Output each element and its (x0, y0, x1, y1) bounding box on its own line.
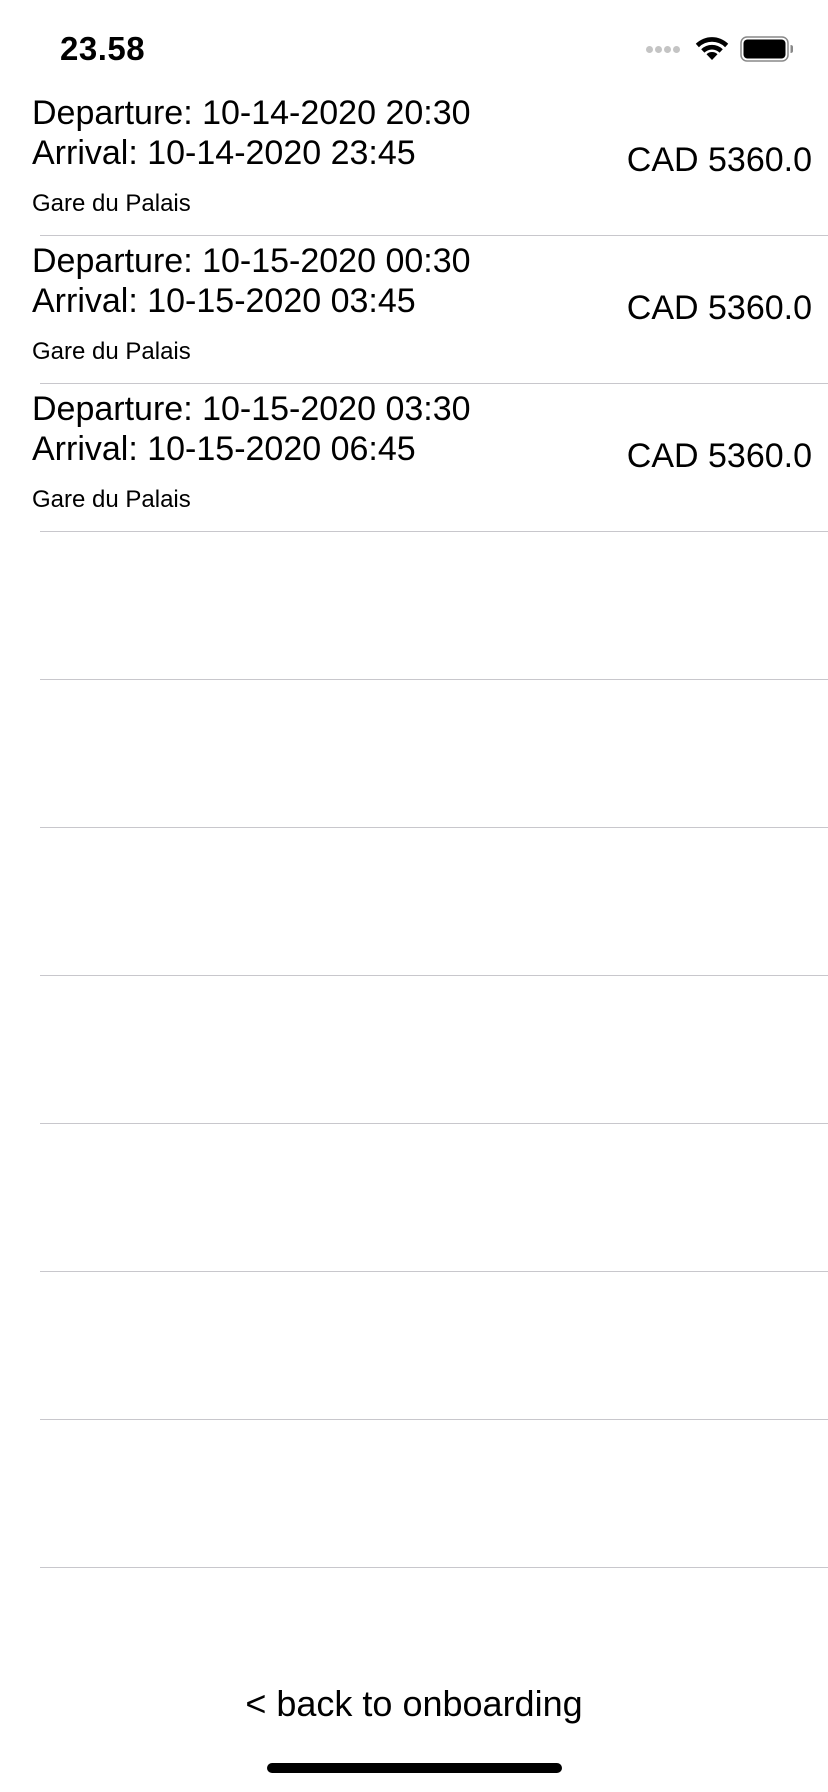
price-text: CAD 5360.0 (626, 141, 812, 179)
station-text: Gare du Palais (32, 190, 191, 217)
empty-row (0, 532, 828, 680)
departure-text: Departure: 10-14-2020 20:30 (32, 94, 471, 132)
status-icons (646, 36, 794, 62)
departure-text: Departure: 10-15-2020 00:30 (32, 242, 471, 280)
arrival-text: Arrival: 10-15-2020 03:45 (32, 282, 416, 320)
trip-row[interactable]: Departure: 10-15-2020 00:30 Arrival: 10-… (0, 236, 828, 384)
empty-row (0, 828, 828, 976)
battery-icon (740, 36, 793, 62)
arrival-text: Arrival: 10-14-2020 23:45 (32, 134, 416, 172)
signal-icon (646, 45, 682, 53)
departure-text: Departure: 10-15-2020 03:30 (32, 390, 471, 428)
trip-row[interactable]: Departure: 10-15-2020 03:30 Arrival: 10-… (0, 384, 828, 532)
row-separator (40, 1567, 828, 1568)
empty-row (0, 680, 828, 828)
price-text: CAD 5360.0 (626, 289, 812, 327)
empty-row (0, 976, 828, 1124)
empty-row (0, 1124, 828, 1272)
price-text: CAD 5360.0 (626, 437, 812, 475)
wifi-icon (695, 37, 729, 60)
status-bar: 23.58 (0, 0, 828, 96)
empty-row (0, 1420, 828, 1568)
station-text: Gare du Palais (32, 486, 191, 513)
back-to-onboarding-button[interactable]: < back to onboarding (0, 1682, 828, 1726)
status-time: 23.58 (60, 30, 146, 67)
trip-row[interactable]: Departure: 10-14-2020 20:30 Arrival: 10-… (0, 88, 828, 236)
arrival-text: Arrival: 10-15-2020 06:45 (32, 430, 416, 468)
station-text: Gare du Palais (32, 338, 191, 365)
home-indicator (267, 1763, 562, 1773)
trip-list: Departure: 10-14-2020 20:30 Arrival: 10-… (0, 88, 828, 1568)
empty-row (0, 1272, 828, 1420)
